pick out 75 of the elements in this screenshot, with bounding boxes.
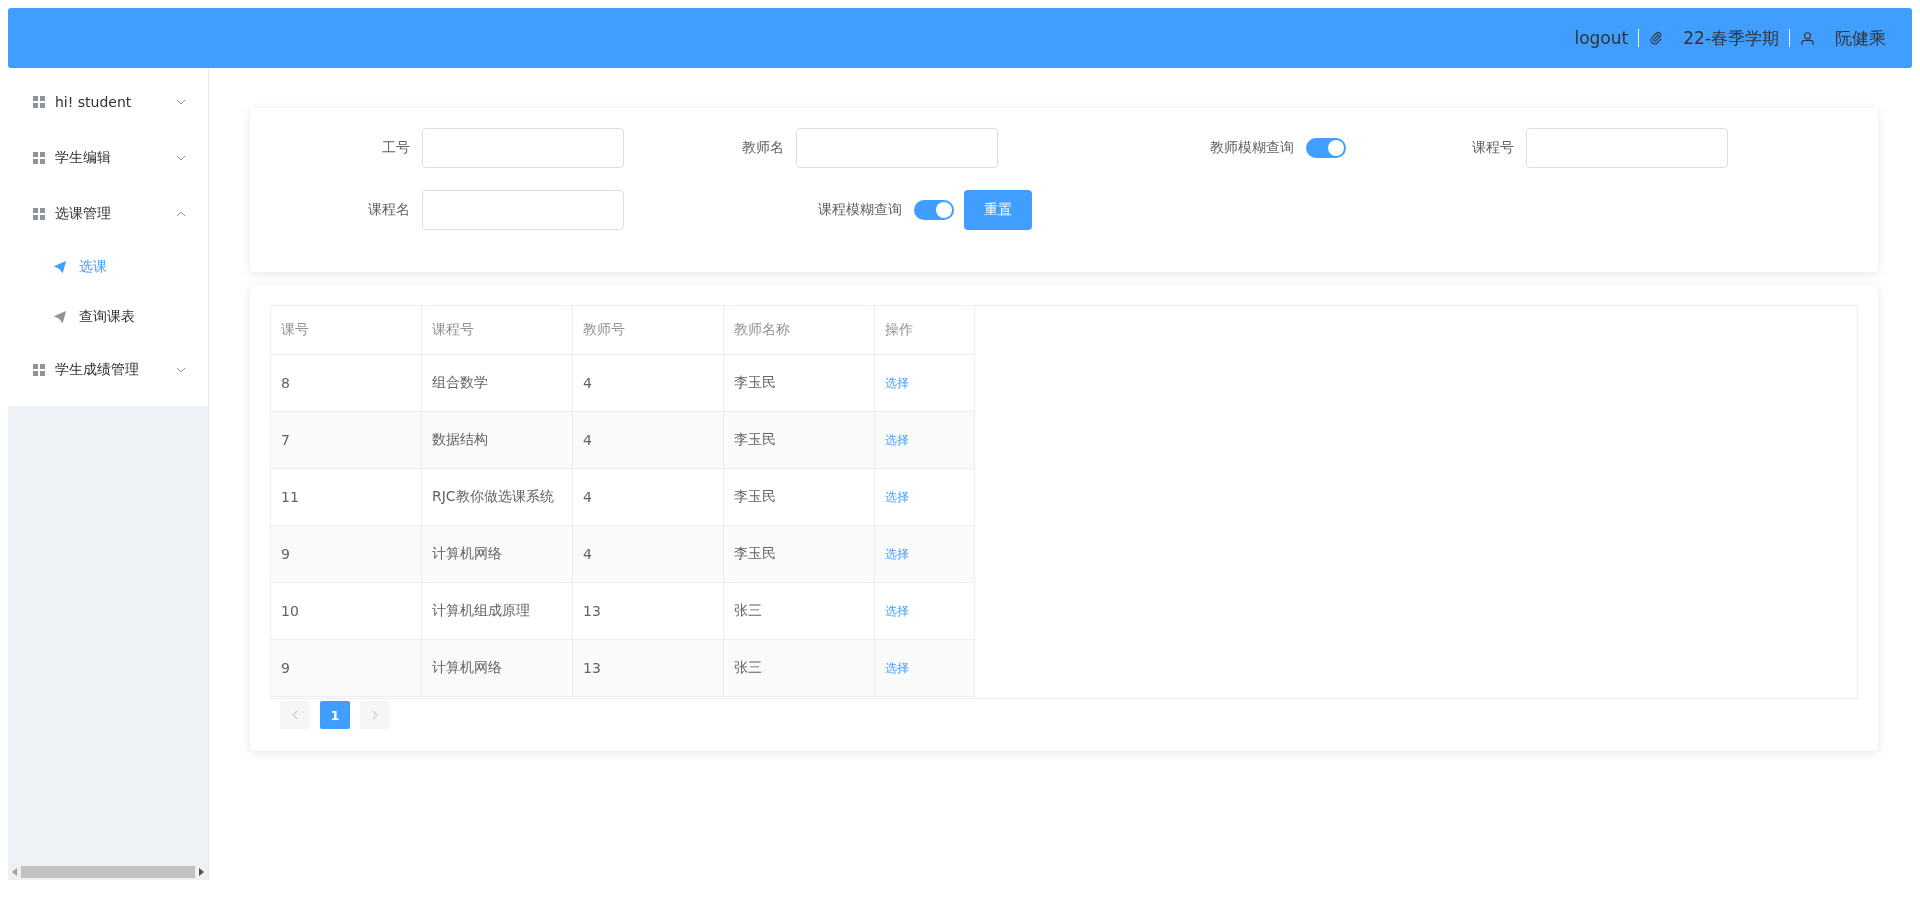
- switch-label: 课程模糊查询: [818, 201, 902, 219]
- field-label: 课程名: [368, 201, 410, 219]
- field-label: 工号: [382, 139, 410, 157]
- grid-icon: [33, 152, 45, 164]
- chevron-left-icon: [292, 710, 298, 720]
- select-link[interactable]: 选择: [885, 547, 909, 561]
- page-button[interactable]: 1: [320, 701, 350, 729]
- table-cell: 9: [281, 546, 290, 562]
- menu-group[interactable]: hi! student: [8, 74, 208, 130]
- switch-label: 教师模糊查询: [1210, 139, 1294, 157]
- table-cell: RJC教你做选课系统: [432, 488, 554, 504]
- grid-icon: [33, 364, 45, 376]
- horizontal-scrollbar[interactable]: [8, 864, 208, 880]
- table-cell: 李玉民: [734, 431, 776, 447]
- input-field[interactable]: [1526, 128, 1728, 168]
- paperclip-icon: [1649, 31, 1664, 45]
- paper-plane-icon: [53, 260, 67, 274]
- scroll-left-icon[interactable]: [12, 868, 17, 876]
- input-field[interactable]: [796, 128, 998, 168]
- logout-link[interactable]: logout: [1574, 28, 1629, 48]
- table-cell: 李玉民: [734, 488, 776, 504]
- select-link[interactable]: 选择: [885, 661, 909, 675]
- table-cell: 张三: [734, 602, 762, 618]
- input-field[interactable]: [422, 128, 624, 168]
- toggle-switch[interactable]: [1306, 138, 1346, 158]
- field-label: 课程号: [1472, 139, 1514, 157]
- table-cell: 李玉民: [734, 374, 776, 390]
- user-icon: [1800, 30, 1815, 46]
- column-header: 操作: [874, 306, 975, 355]
- table-cell: 数据结构: [432, 431, 488, 447]
- table-cell: 4: [583, 432, 592, 448]
- column-header: 课程号: [421, 306, 573, 355]
- table-cell: 4: [583, 546, 592, 562]
- table-cell: 13: [583, 660, 601, 676]
- scroll-right-icon[interactable]: [199, 868, 204, 876]
- select-link[interactable]: 选择: [885, 490, 909, 504]
- chevron-down-icon: [176, 99, 186, 105]
- select-link[interactable]: 选择: [885, 376, 909, 390]
- grid-icon: [33, 96, 45, 108]
- table-cell: 计算机组成原理: [432, 602, 530, 618]
- user-name: 阮健乘: [1835, 26, 1886, 50]
- table-cell: 11: [281, 489, 299, 505]
- table-cell: 13: [583, 603, 601, 619]
- toggle-switch[interactable]: [914, 200, 954, 220]
- column-header: 教师号: [572, 306, 724, 355]
- column-header: 教师名称: [723, 306, 875, 355]
- table-cell: 9: [281, 660, 290, 676]
- table-cell: 张三: [734, 659, 762, 675]
- table-cell: 7: [281, 432, 290, 448]
- menu-item[interactable]: 查询课表: [8, 292, 208, 342]
- chevron-up-icon: [176, 211, 186, 217]
- paper-plane-icon: [53, 310, 67, 324]
- menu-group[interactable]: 学生成绩管理: [8, 342, 208, 398]
- chevron-down-icon: [176, 155, 186, 161]
- table-cell: 4: [583, 375, 592, 391]
- chevron-down-icon: [176, 367, 186, 373]
- table-cell: 10: [281, 603, 299, 619]
- term-label: 22-春季学期: [1683, 26, 1779, 50]
- menu-item[interactable]: 选课: [8, 242, 208, 292]
- select-link[interactable]: 选择: [885, 604, 909, 618]
- table-cell: 8: [281, 375, 290, 391]
- chevron-right-icon: [372, 710, 378, 720]
- table-cell: 组合数学: [432, 374, 488, 390]
- table-cell: 李玉民: [734, 545, 776, 561]
- table-cell: 计算机网络: [432, 545, 502, 561]
- menu-group[interactable]: 选课管理: [8, 186, 208, 242]
- grid-icon: [33, 208, 45, 220]
- table-cell: 计算机网络: [432, 659, 502, 675]
- menu-group[interactable]: 学生编辑: [8, 130, 208, 186]
- table-cell: 4: [583, 489, 592, 505]
- select-link[interactable]: 选择: [885, 433, 909, 447]
- reset-button[interactable]: 重置: [964, 190, 1032, 230]
- field-label: 教师名: [742, 139, 784, 157]
- input-field[interactable]: [422, 190, 624, 230]
- column-header: 课号: [271, 306, 422, 355]
